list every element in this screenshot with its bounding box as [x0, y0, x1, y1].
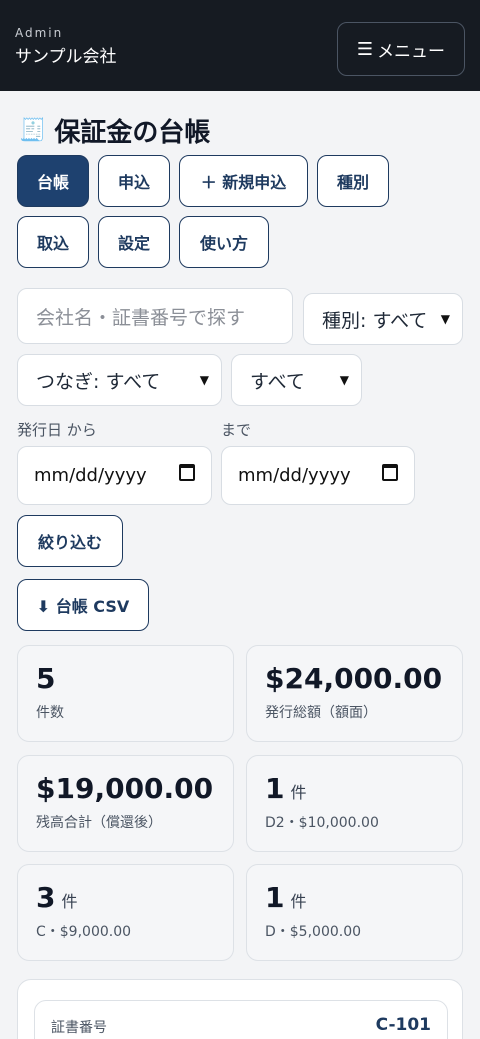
stat-label: D・$5,000.00 [265, 924, 362, 940]
stat-label: D2・$10,000.00 [265, 815, 379, 831]
calendar-icon[interactable] [179, 464, 195, 481]
status-select[interactable]: すべて ▼ [231, 354, 362, 406]
top-bar: Admin サンプル会社 ☰ メニュー [0, 0, 480, 91]
date-to-placeholder: mm/dd/yyyy [238, 465, 351, 486]
stat-card: 3件 C・$9,000.00 [17, 864, 234, 961]
chevron-down-icon: ▼ [339, 373, 349, 387]
stat-value: $24,000.00 [265, 662, 443, 695]
record-card[interactable]: 証書番号 C-101 [17, 979, 463, 1039]
date-to-label: まで [221, 421, 252, 439]
stat-card: 1件 D・$5,000.00 [246, 864, 463, 961]
chevron-down-icon: ▼ [199, 373, 209, 387]
bridge-select-value: つなぎ: すべて [36, 370, 161, 393]
stat-card: $19,000.00 残高合計（償還後） [17, 755, 234, 852]
stat-value: 1件 [265, 881, 307, 914]
date-from-label: 発行日 から [17, 421, 97, 439]
tab-applications[interactable]: 申込 [98, 155, 170, 207]
stat-label: C・$9,000.00 [36, 924, 132, 940]
menu-button[interactable]: ☰ メニュー [337, 22, 465, 76]
search-input[interactable]: 会社名・証書番号で探す [17, 288, 293, 344]
stat-label: 発行総額（額面） [265, 705, 377, 721]
stat-card: 5 件数 [17, 645, 234, 742]
cert-number-label: 証書番号 [51, 1020, 107, 1036]
tab-ledger[interactable]: 台帳 [17, 155, 89, 207]
type-select[interactable]: 種別: すべて ▼ [303, 293, 463, 345]
stat-value: 3件 [36, 881, 78, 914]
tab-help[interactable]: 使い方 [179, 216, 269, 268]
stat-value: 5 [36, 662, 56, 695]
bridge-select[interactable]: つなぎ: すべて ▼ [17, 354, 222, 406]
stat-label: 件数 [36, 705, 64, 721]
hamburger-icon: ☰ [356, 38, 374, 60]
stat-value: $19,000.00 [36, 772, 214, 805]
tab-import[interactable]: 取込 [17, 216, 89, 268]
user-role: Admin [15, 26, 64, 40]
tab-types[interactable]: 種別 [317, 155, 389, 207]
page-title: 🧾 保証金の台帳 [19, 112, 210, 149]
type-select-value: 種別: すべて [322, 309, 428, 332]
status-select-value: すべて [250, 370, 305, 393]
stat-value: 1件 [265, 772, 307, 805]
page-title-text: 保証金の台帳 [54, 118, 211, 148]
stat-card: $24,000.00 発行総額（額面） [246, 645, 463, 742]
calendar-icon[interactable] [382, 464, 398, 481]
stat-label: 残高合計（償還後） [36, 815, 162, 831]
tab-new-application[interactable]: ＋ 新規申込 [179, 155, 308, 207]
ledger-icon: 🧾 [19, 118, 47, 143]
date-to-input[interactable]: mm/dd/yyyy [221, 446, 415, 505]
date-from-input[interactable]: mm/dd/yyyy [17, 446, 212, 505]
date-from-placeholder: mm/dd/yyyy [34, 465, 147, 486]
csv-download-button[interactable]: ⬇ 台帳 CSV [17, 579, 149, 631]
record-row: 証書番号 C-101 [34, 1000, 448, 1039]
apply-filter-button[interactable]: 絞り込む [17, 515, 123, 567]
company-name: サンプル会社 [15, 47, 117, 67]
chevron-down-icon: ▼ [440, 312, 450, 326]
tab-settings[interactable]: 設定 [98, 216, 170, 268]
cert-number-value[interactable]: C-101 [376, 1015, 431, 1035]
menu-label: メニュー [377, 41, 446, 62]
stat-card: 1件 D2・$10,000.00 [246, 755, 463, 852]
